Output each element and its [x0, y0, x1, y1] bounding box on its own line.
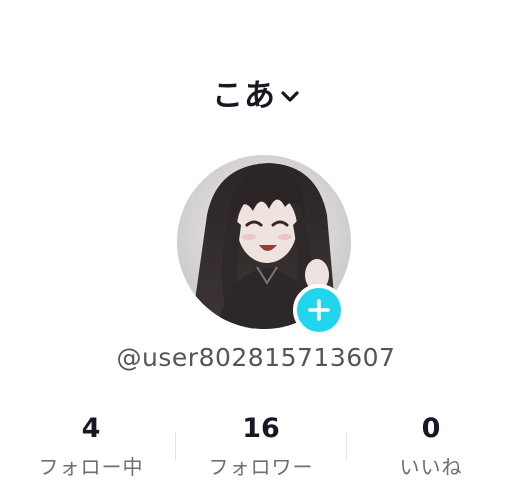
profile-stats: 4 フォロー中 16 フォロワー 0 いいね: [0, 412, 512, 492]
profile-username-title[interactable]: こあ: [212, 70, 276, 115]
profile-handle: @user802815713607: [116, 343, 396, 372]
avatar-container: [177, 155, 351, 336]
following-count: 4: [81, 413, 101, 444]
following-label: フォロー中: [38, 455, 144, 479]
plus-icon: [308, 299, 330, 321]
profile-header: こあ: [0, 70, 512, 115]
likes-stat[interactable]: 0 いいね: [351, 412, 511, 480]
followers-count: 16: [242, 413, 280, 444]
stat-divider: [346, 432, 347, 460]
chevron-down-icon[interactable]: [280, 90, 300, 104]
followers-label: フォロワー: [208, 455, 314, 479]
followers-stat[interactable]: 16 フォロワー: [181, 412, 341, 480]
add-avatar-button[interactable]: [293, 284, 345, 336]
stat-divider: [175, 432, 176, 460]
likes-count: 0: [421, 413, 441, 444]
likes-label: いいね: [399, 455, 463, 479]
following-stat[interactable]: 4 フォロー中: [11, 412, 171, 480]
